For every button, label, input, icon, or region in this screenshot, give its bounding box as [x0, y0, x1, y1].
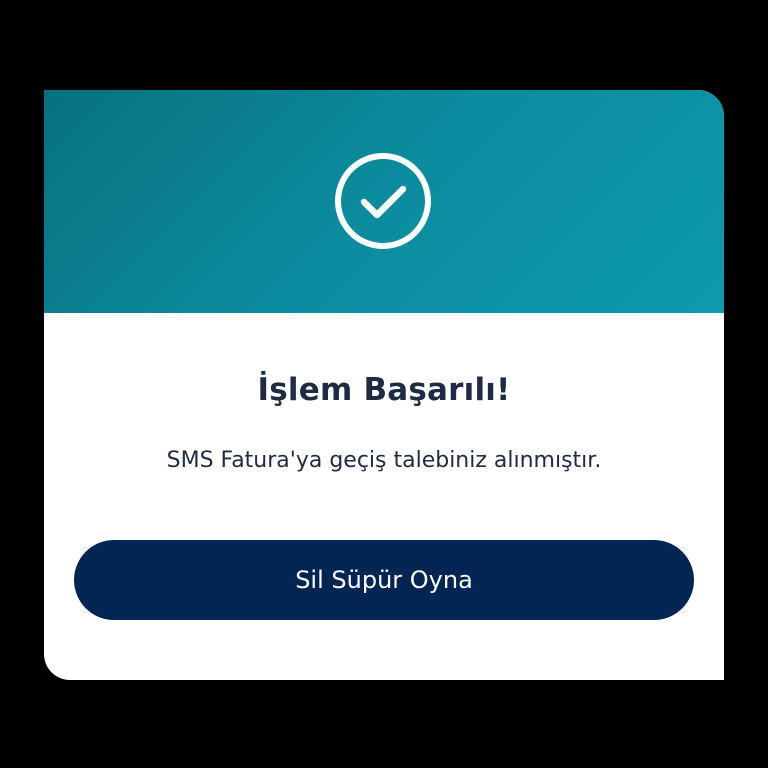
check-circle-icon — [334, 152, 432, 250]
dialog-title: İşlem Başarılı! — [257, 372, 511, 408]
success-dialog: İşlem Başarılı! SMS Fatura'ya geçiş tale… — [44, 90, 724, 680]
modal-backdrop: İşlem Başarılı! SMS Fatura'ya geçiş tale… — [0, 0, 768, 768]
dialog-header — [44, 90, 724, 313]
sil-supur-oyna-button[interactable]: Sil Süpür Oyna — [74, 540, 694, 620]
dialog-message: SMS Fatura'ya geçiş talebiniz alınmıştır… — [166, 448, 602, 473]
